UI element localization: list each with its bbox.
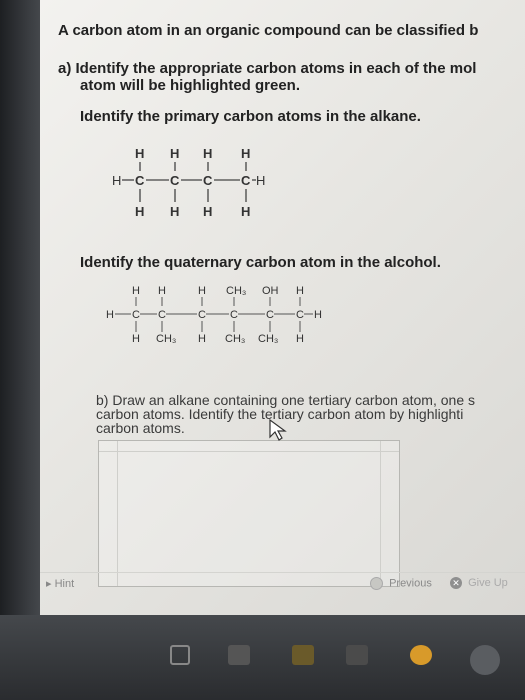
alcohol-top-oh: OH <box>262 285 279 297</box>
task-view-icon[interactable] <box>170 645 190 665</box>
part-b-instruction-end: carbon atoms. <box>96 420 185 436</box>
alcohol-carbon-2[interactable]: C <box>158 309 166 321</box>
browser-icon[interactable] <box>410 645 432 665</box>
alkane-bottom-h: H <box>170 204 179 219</box>
alcohol-bonds <box>115 297 313 332</box>
hp-logo-icon <box>470 645 500 675</box>
alkane-h-right: H <box>256 173 265 188</box>
question-panel: A carbon atom in an organic compound can… <box>40 0 525 615</box>
alcohol-bottom-ch3: CH₃ <box>258 333 278 345</box>
alcohol-bottom-h: H <box>296 333 304 345</box>
alcohol-bottom-ch3: CH₃ <box>156 333 176 345</box>
alkane-top-h: H <box>241 146 250 161</box>
alcohol-carbon-1[interactable]: C <box>132 309 140 321</box>
taskbar <box>0 615 525 700</box>
alcohol-top-h: H <box>296 285 304 297</box>
alcohol-top-h: H <box>158 285 166 297</box>
alkane-carbon-1[interactable]: C <box>135 173 145 188</box>
close-icon: ✕ <box>450 577 462 589</box>
canvas-gridline <box>99 451 399 452</box>
play-icon: ▸ <box>46 578 52 590</box>
previous-label: Previous <box>389 577 432 590</box>
alcohol-carbon-6[interactable]: C <box>296 309 304 321</box>
alkane-structure[interactable]: H H H H H C C C C H H H H H <box>100 140 300 222</box>
alcohol-carbon-5[interactable]: C <box>266 309 274 321</box>
question-quaternary: Identify the quaternary carbon atom in t… <box>80 254 441 271</box>
previous-icon <box>370 577 383 590</box>
alkane-h-left: H <box>112 173 121 188</box>
hint-button[interactable]: ▸ Hint <box>46 577 74 590</box>
alcohol-top-h: H <box>132 285 140 297</box>
canvas-gridline <box>380 441 381 586</box>
canvas-gridline <box>117 441 118 586</box>
alcohol-bottom-h: H <box>198 333 206 345</box>
footer-bar: ▸ Hint Previous ✕ Give Up <box>40 572 525 595</box>
give-up-button[interactable]: ✕ Give Up <box>450 577 508 589</box>
part-a-instruction-cont: atom will be highlighted green. <box>80 77 301 94</box>
question-primary: Identify the primary carbon atoms in the… <box>80 108 421 125</box>
drawing-canvas[interactable] <box>98 440 400 587</box>
alcohol-bottom-h: H <box>132 333 140 345</box>
app-icon[interactable] <box>228 645 250 665</box>
alcohol-carbon-3[interactable]: C <box>198 309 206 321</box>
alkane-bottom-h: H <box>135 204 144 219</box>
alcohol-structure[interactable]: H H H CH₃ OH H H C C C C C C H H CH₃ H C… <box>90 280 390 350</box>
intro-text: A carbon atom in an organic compound can… <box>58 22 479 39</box>
alcohol-top-h: H <box>198 285 206 297</box>
mouse-cursor-icon <box>269 418 287 441</box>
part-a-instruction: a) Identify the appropriate carbon atoms… <box>58 60 477 77</box>
alkane-top-h: H <box>135 146 144 161</box>
alkane-carbon-2[interactable]: C <box>170 173 180 188</box>
store-icon[interactable] <box>346 645 368 665</box>
alkane-carbon-3[interactable]: C <box>203 173 213 188</box>
previous-button[interactable]: Previous <box>370 577 432 590</box>
alcohol-top-ch3: CH₃ <box>226 285 246 297</box>
alkane-top-h: H <box>203 146 212 161</box>
alkane-bottom-h: H <box>203 204 212 219</box>
alcohol-h-right: H <box>314 309 322 321</box>
hint-label: Hint <box>54 578 75 590</box>
alkane-carbon-4[interactable]: C <box>241 173 251 188</box>
alcohol-bottom-ch3: CH₃ <box>225 333 245 345</box>
folder-icon[interactable] <box>292 645 314 665</box>
alcohol-h-left: H <box>106 309 114 321</box>
alcohol-carbon-4[interactable]: C <box>230 309 238 321</box>
alkane-bottom-h: H <box>241 204 250 219</box>
alkane-top-h: H <box>170 146 179 161</box>
give-up-label: Give Up <box>468 577 508 589</box>
